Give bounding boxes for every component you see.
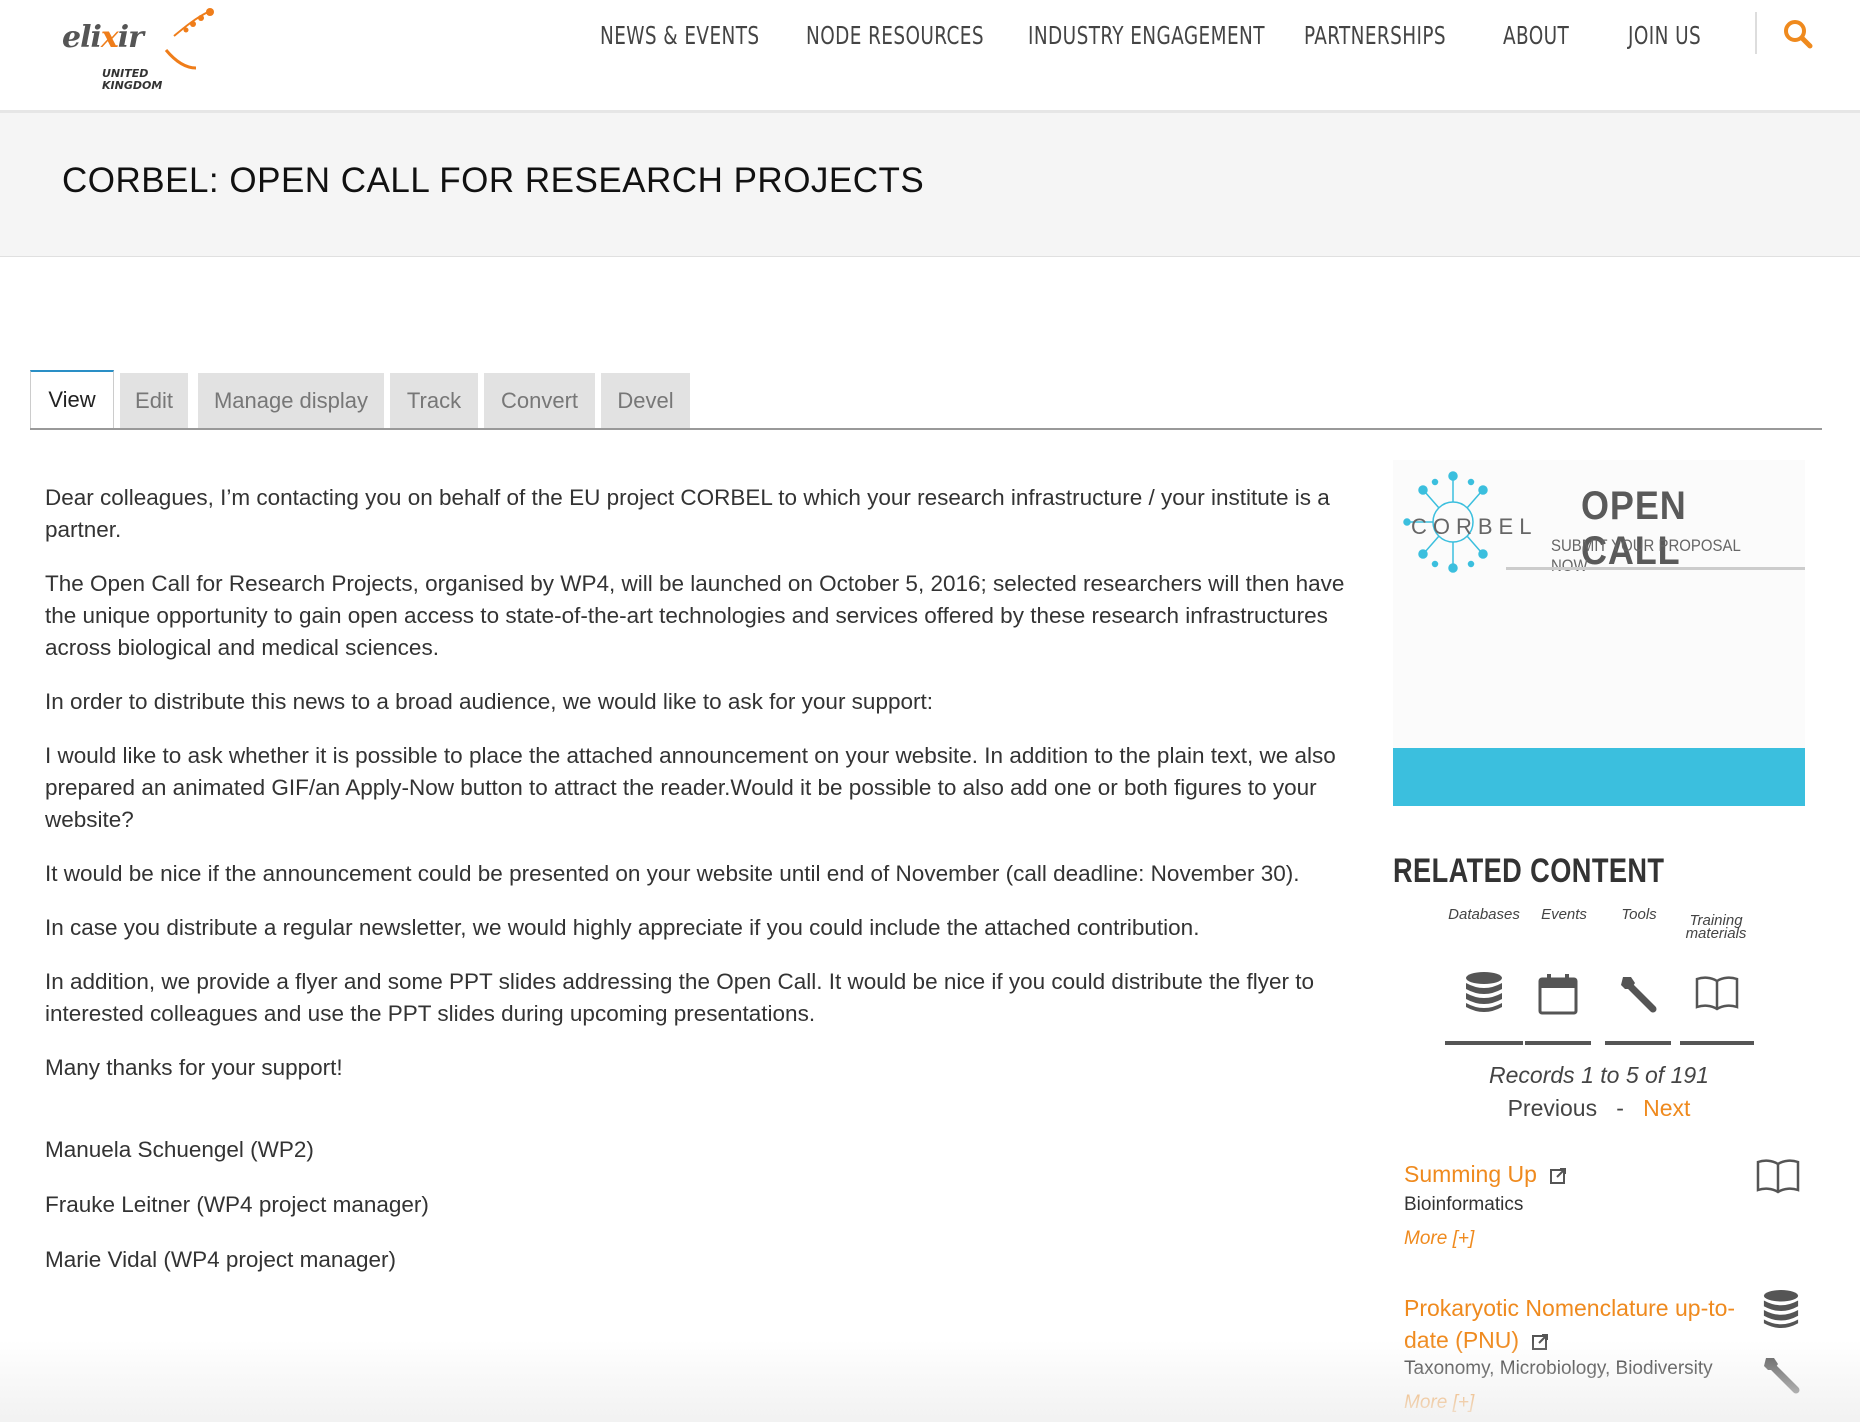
page-title: CORBEL: OPEN CALL FOR RESEARCH PROJECTS xyxy=(62,161,925,200)
more-link[interactable]: More [+] xyxy=(1404,1392,1474,1414)
search-icon[interactable] xyxy=(1782,18,1814,50)
signature-line: Frauke Leitner (WP4 project manager) xyxy=(45,1192,429,1217)
logo-dots-icon xyxy=(164,8,214,70)
pager-separator: - xyxy=(1616,1095,1624,1121)
external-link-icon xyxy=(1532,1333,1549,1350)
category-label-training: Training materials xyxy=(1685,912,1747,942)
filter-tools[interactable] xyxy=(1605,965,1671,1045)
calendar-icon xyxy=(1538,974,1578,1015)
signatures: Manuela Schuengel (WP2) Frauke Leitner (… xyxy=(45,1134,1355,1276)
paragraph: In order to distribute this news to a br… xyxy=(45,689,933,714)
pager: Previous - Next xyxy=(1393,1095,1805,1122)
paragraph: In case you distribute a regular newslet… xyxy=(45,915,1200,940)
logo-subtitle: UNITED KINGDOM xyxy=(102,67,163,92)
category-underline xyxy=(1605,1041,1671,1045)
category-underline xyxy=(1445,1041,1523,1045)
nav-industry-engagement[interactable]: INDUSTRY ENGAGEMENT xyxy=(1028,21,1265,50)
tab-view[interactable]: View xyxy=(30,370,114,428)
related-item-category: Bioinformatics xyxy=(1404,1194,1524,1215)
paragraph: In addition, we provide a flyer and some… xyxy=(45,969,1315,1026)
tab-track[interactable]: Track xyxy=(390,373,478,428)
book-icon xyxy=(1695,976,1739,1011)
filter-events[interactable] xyxy=(1525,965,1591,1045)
wrench-icon xyxy=(1621,977,1657,1013)
tab-edit[interactable]: Edit xyxy=(120,373,188,428)
nav-node-resources[interactable]: NODE RESOURCES xyxy=(806,21,984,50)
database-icon xyxy=(1763,1290,1799,1329)
nav-about[interactable]: ABOUT xyxy=(1503,21,1569,50)
related-content-heading: RELATED CONTENT xyxy=(1393,852,1665,890)
records-count: Records 1 to 5 of 191 xyxy=(1489,1062,1709,1088)
elixir-uk-logo[interactable]: elixir UNITED KINGDOM xyxy=(60,4,214,99)
filter-databases[interactable] xyxy=(1445,965,1523,1045)
banner-divider xyxy=(1506,567,1805,570)
category-label-databases: Databases xyxy=(1448,906,1520,923)
paragraph: It would be nice if the announcement cou… xyxy=(45,861,1300,886)
nav-partnerships[interactable]: PARTNERSHIPS xyxy=(1304,21,1446,50)
wrench-icon xyxy=(1764,1358,1800,1394)
logo-wordmark: elixir xyxy=(62,20,144,55)
banner-logo-text: CORBEL xyxy=(1411,514,1538,539)
nav-news-events[interactable]: NEWS & EVENTS xyxy=(600,21,760,50)
corbel-open-call-banner[interactable]: CORBEL OPEN CALL SUBMIT YOUR PROPOSAL NO… xyxy=(1393,460,1805,806)
paragraph: I would like to ask whether it is possib… xyxy=(45,743,1336,832)
filter-training-materials[interactable] xyxy=(1680,965,1754,1045)
category-label-tools: Tools xyxy=(1621,906,1657,923)
next-link[interactable]: Next xyxy=(1643,1095,1690,1121)
tab-convert[interactable]: Convert xyxy=(484,373,595,428)
external-link-icon xyxy=(1550,1167,1567,1184)
title-band: CORBEL: OPEN CALL FOR RESEARCH PROJECTS xyxy=(0,113,1860,257)
nav-join-us[interactable]: JOIN US xyxy=(1628,21,1701,50)
category-label-events: Events xyxy=(1541,906,1587,923)
related-item-category: Taxonomy, Microbiology, Biodiversity xyxy=(1404,1358,1713,1379)
site-header: elixir UNITED KINGDOM NEWS & EVENTS NODE… xyxy=(0,0,1860,113)
tab-devel[interactable]: Devel xyxy=(601,373,690,428)
category-underline xyxy=(1680,1041,1754,1045)
paragraph: Many thanks for your support! xyxy=(45,1055,343,1080)
tab-manage-display[interactable]: Manage display xyxy=(198,373,384,428)
previous-link[interactable]: Previous xyxy=(1508,1095,1597,1121)
signature-line: Marie Vidal (WP4 project manager) xyxy=(45,1247,396,1272)
nav-divider xyxy=(1755,12,1757,54)
paragraph: The Open Call for Research Projects, org… xyxy=(45,571,1345,660)
banner-accent-bar xyxy=(1393,748,1805,806)
category-underline xyxy=(1525,1041,1591,1045)
related-item-title[interactable]: Summing Up xyxy=(1404,1158,1567,1190)
admin-tabs: View Edit Manage display Track Convert D… xyxy=(30,370,1822,430)
article-body: Dear colleagues, I’m contacting you on b… xyxy=(45,482,1355,1299)
more-link[interactable]: More [+] xyxy=(1404,1228,1474,1250)
book-icon xyxy=(1756,1159,1800,1194)
related-item-title[interactable]: Prokaryotic Nomenclature up-to- date (PN… xyxy=(1404,1292,1754,1356)
database-icon xyxy=(1466,972,1502,1012)
paragraph: Dear colleagues, I’m contacting you on b… xyxy=(45,485,1330,542)
signature-line: Manuela Schuengel (WP2) xyxy=(45,1137,314,1162)
banner-subline: SUBMIT YOUR PROPOSAL NOW xyxy=(1551,536,1741,575)
